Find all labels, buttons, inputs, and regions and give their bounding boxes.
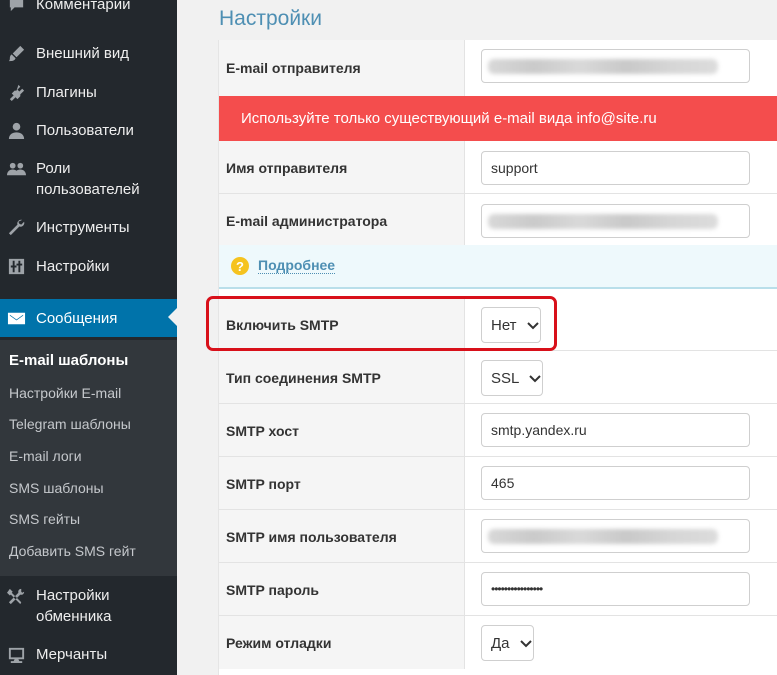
user-icon xyxy=(6,120,26,140)
submenu-item-sms-gates[interactable]: SMS гейты xyxy=(9,510,80,528)
settings-sliders-icon xyxy=(6,256,26,276)
tools-icon xyxy=(6,586,26,606)
sidebar-item-appearance[interactable]: Внешний вид xyxy=(0,42,177,66)
field-label: Имя отправителя xyxy=(219,141,465,194)
row-smtp-host: SMTP хост smtp.yandex.ru xyxy=(219,404,777,457)
email-alert: Используйте только существующий e-mail в… xyxy=(219,96,777,141)
sidebar-item-label: Пользователи xyxy=(36,122,134,139)
sidebar-item-label: Мерчанты xyxy=(36,646,108,663)
field-label: E-mail администратора xyxy=(219,194,465,247)
smtp-password-input[interactable]: •••••••••••••••• xyxy=(481,572,750,606)
smtp-highlight-frame xyxy=(206,296,557,351)
sidebar-item-user-roles[interactable]: Роли пользователей xyxy=(0,157,177,201)
users-group-icon xyxy=(6,159,26,179)
label-line-1: Настройки xyxy=(36,587,110,604)
sidebar-item-settings[interactable]: Настройки xyxy=(0,255,177,279)
submenu-item-telegram-templates[interactable]: Telegram шаблоны xyxy=(9,415,131,433)
wrench-icon xyxy=(6,217,26,237)
sidebar-item-exchanger-settings[interactable]: Настройки обменника xyxy=(0,584,177,628)
row-sender-email: E-mail отправителя xyxy=(219,40,777,96)
sidebar-item-label: Внешний вид xyxy=(36,45,129,62)
sidebar-item-label: Комментарии xyxy=(36,0,131,13)
field-label: E-mail отправителя xyxy=(219,40,465,96)
plugin-icon xyxy=(6,82,26,102)
sidebar-item-label: Плагины xyxy=(36,84,97,101)
submenu-item-add-sms-gate[interactable]: Добавить SMS гейт xyxy=(9,542,136,560)
submenu-item-email-logs[interactable]: E-mail логи xyxy=(9,447,82,465)
smtp-type-select[interactable]: SSL xyxy=(481,360,544,396)
field-label: SMTP пароль xyxy=(219,563,465,616)
sidebar-item-label: Роли пользователей xyxy=(36,158,140,200)
field-label: SMTP порт xyxy=(219,457,465,510)
merchant-icon xyxy=(6,644,26,664)
field-label: Тип соединения SMTP xyxy=(219,351,465,404)
sender-email-input[interactable] xyxy=(481,49,750,83)
sender-name-input[interactable]: support xyxy=(481,151,750,185)
row-smtp-user: SMTP имя пользователя xyxy=(219,510,777,563)
sidebar-item-label: Настройки xyxy=(36,258,110,275)
smtp-port-input[interactable]: 465 xyxy=(481,466,750,500)
sidebar-item-plugins[interactable]: Плагины xyxy=(0,81,177,105)
field-label: Режим отладки xyxy=(219,616,465,669)
chevron-down-icon xyxy=(519,636,533,650)
submenu-item-email-templates[interactable]: E-mail шаблоны xyxy=(9,352,128,370)
label-line-2: обменника xyxy=(36,608,112,625)
label-line-2: пользователей xyxy=(36,181,140,198)
smtp-host-input[interactable]: smtp.yandex.ru xyxy=(481,413,750,447)
field-label: SMTP хост xyxy=(219,404,465,457)
comment-icon xyxy=(6,0,26,14)
submenu-item-sms-templates[interactable]: SMS шаблоны xyxy=(9,479,104,497)
row-debug-mode: Режим отладки Да xyxy=(219,616,777,669)
selected-value: SSL xyxy=(491,369,520,387)
info-box: ? Подробнее xyxy=(219,245,777,289)
active-indicator xyxy=(168,308,177,326)
sidebar-item-tools[interactable]: Инструменты xyxy=(0,216,177,240)
debug-mode-select[interactable]: Да xyxy=(481,625,534,661)
row-smtp-type: Тип соединения SMTP SSL xyxy=(219,351,777,404)
blurred-value xyxy=(488,214,718,229)
sidebar-item-users[interactable]: Пользователи xyxy=(0,119,177,143)
sidebar-item-messages[interactable]: Сообщения xyxy=(0,299,177,337)
row-smtp-password: SMTP пароль •••••••••••••••• xyxy=(219,563,777,616)
blurred-value xyxy=(488,59,718,74)
more-info-link[interactable]: Подробнее xyxy=(258,258,336,274)
sidebar-item-label: Сообщения xyxy=(36,310,118,327)
sidebar-submenu: E-mail шаблоны Настройки E-mail Telegram… xyxy=(0,340,177,576)
page-title: Настройки xyxy=(219,7,322,30)
chevron-down-icon xyxy=(528,371,542,385)
blurred-value xyxy=(488,529,718,544)
sidebar-item-comments[interactable]: Комментарии xyxy=(0,0,177,18)
settings-form: E-mail отправителя Используйте только су… xyxy=(218,40,777,675)
question-icon: ? xyxy=(231,257,249,275)
main-content: Настройки E-mail отправителя Используйте… xyxy=(177,0,777,675)
row-smtp-port: SMTP порт 465 xyxy=(219,457,777,510)
smtp-user-input[interactable] xyxy=(481,519,750,553)
sidebar-item-merchants[interactable]: Мерчанты xyxy=(0,643,177,667)
submenu-item-email-settings[interactable]: Настройки E-mail xyxy=(9,384,121,402)
envelope-icon xyxy=(6,308,26,328)
field-label: SMTP имя пользователя xyxy=(219,510,465,563)
brush-icon xyxy=(6,43,26,63)
sidebar-item-label: Инструменты xyxy=(36,219,130,236)
row-sender-name: Имя отправителя support xyxy=(219,141,777,194)
admin-email-input[interactable] xyxy=(481,204,750,238)
selected-value: Да xyxy=(491,634,510,652)
admin-sidebar: Комментарии Внешний вид Плагины Пользова… xyxy=(0,0,177,675)
label-line-1: Роли xyxy=(36,160,71,177)
sidebar-item-label: Настройки обменника xyxy=(36,585,111,627)
